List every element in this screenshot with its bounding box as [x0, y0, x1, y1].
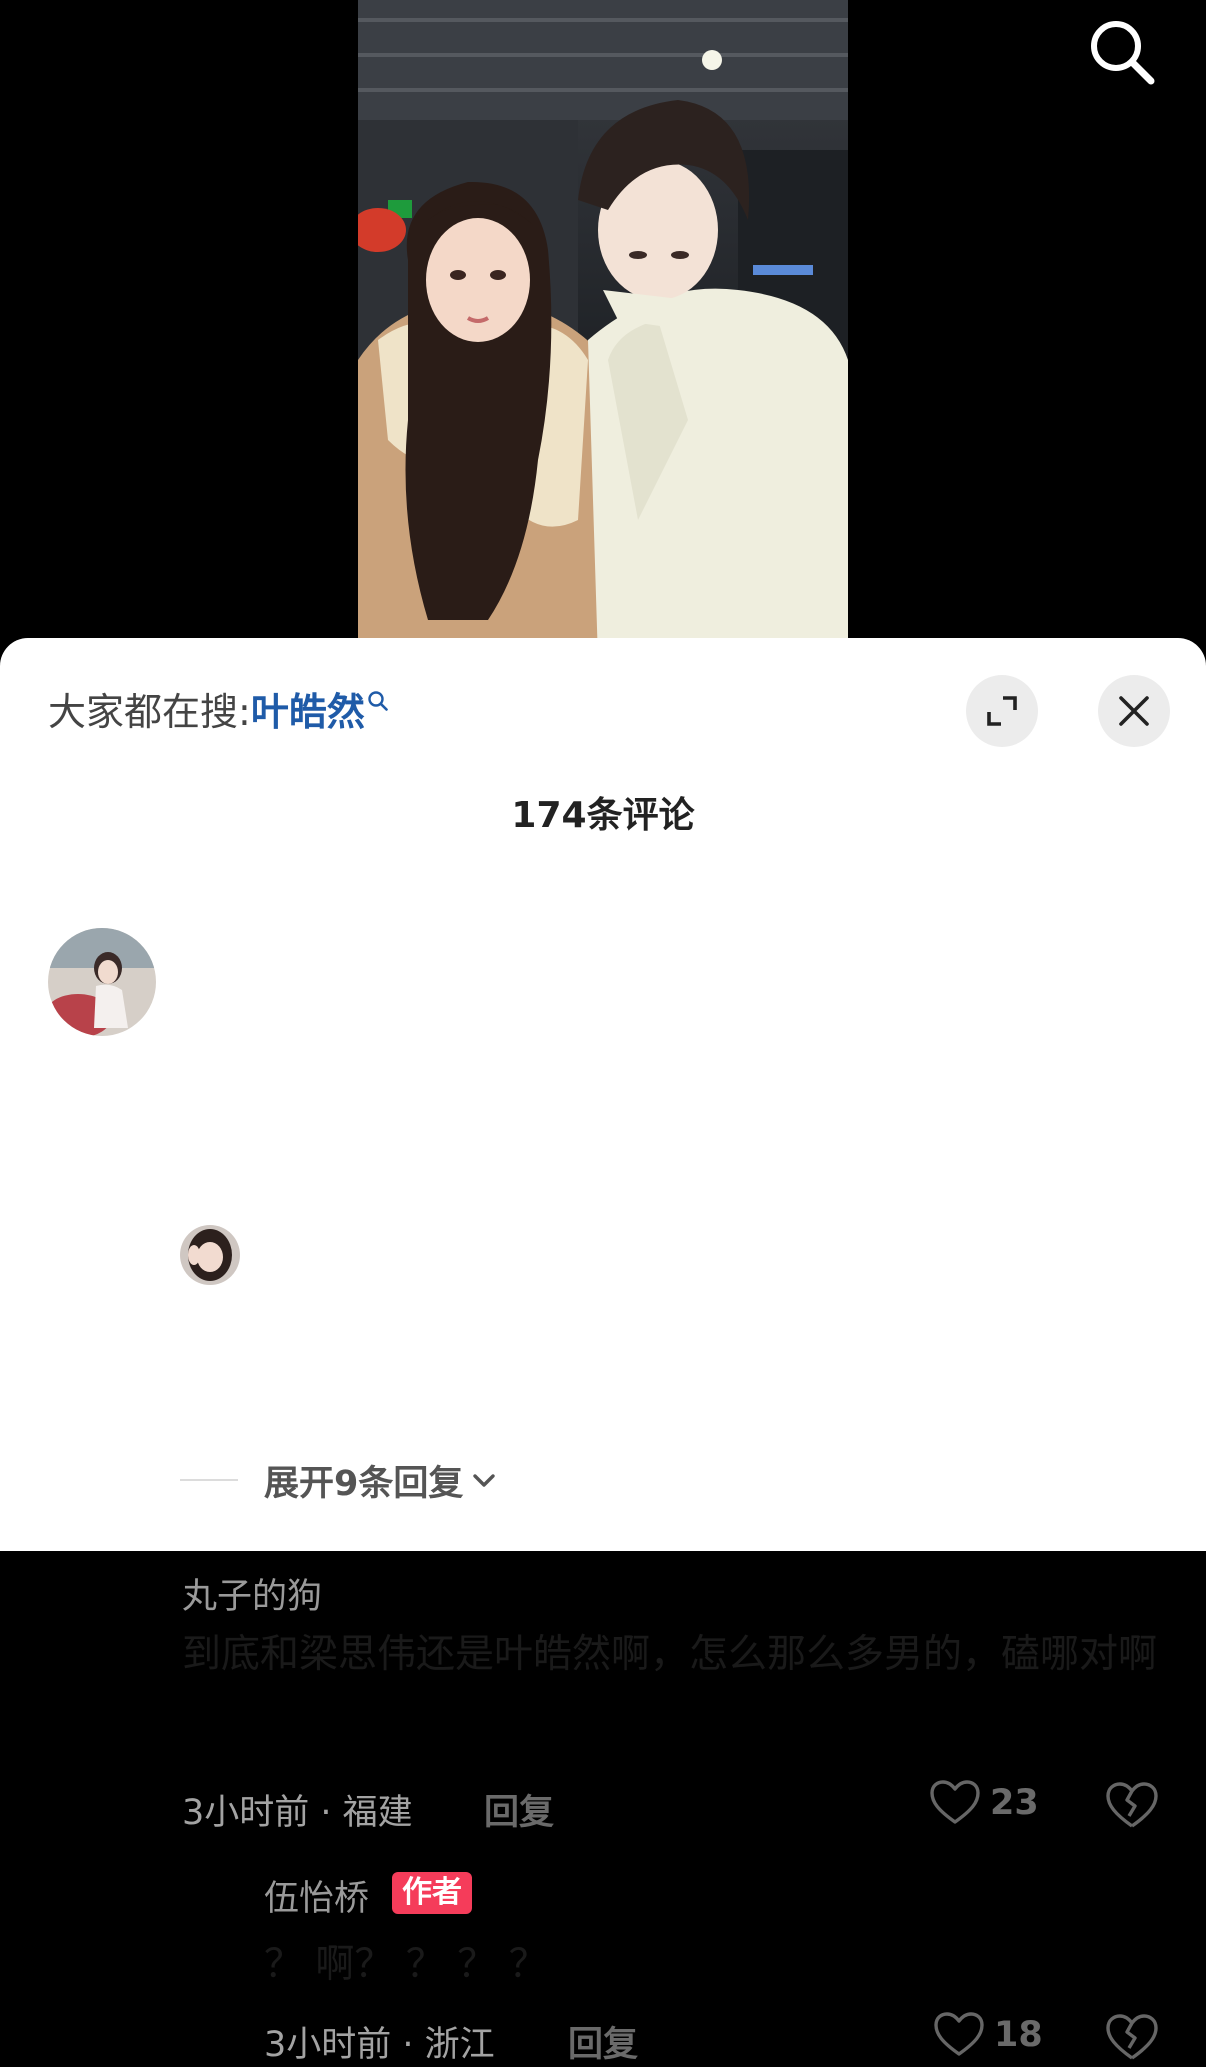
- author-badge: 作者: [392, 1872, 472, 1914]
- heart-icon: [930, 1780, 980, 1824]
- video-player[interactable]: [0, 0, 1206, 660]
- trending-term-link[interactable]: 叶皓然: [251, 690, 365, 734]
- reply-button[interactable]: 回复: [484, 1784, 554, 1835]
- expand-icon: [987, 696, 1017, 726]
- expand-replies-label: 展开9条回复: [264, 1464, 464, 1504]
- search-icon: [1091, 21, 1155, 85]
- close-icon: [1119, 696, 1149, 726]
- expand-sheet-button[interactable]: [966, 675, 1038, 747]
- avatar[interactable]: [180, 1225, 240, 1285]
- like-button[interactable]: 18: [934, 2012, 1043, 2058]
- search-icon: [368, 691, 388, 711]
- heart-icon: [934, 2012, 984, 2056]
- comment-text: 到底和梁思伟还是叶皓然啊，怎么那么多男的，磕哪对啊: [182, 1632, 1158, 1677]
- comment-sheet: 大家都在搜:叶皓然 174条评论 丸子的狗 到底和梁思伟还是叶皓然啊，怎么那么多…: [0, 638, 1206, 2065]
- avatar-image: [180, 1225, 240, 1285]
- reply-button[interactable]: 回复: [568, 2016, 638, 2067]
- chevron-down-icon: [473, 1473, 496, 1487]
- like-button[interactable]: 23: [930, 1780, 1039, 1826]
- like-count: 23: [990, 1783, 1039, 1823]
- video-frame[interactable]: [358, 0, 848, 660]
- like-count: 18: [994, 2015, 1043, 2055]
- broken-heart-icon: [1106, 1782, 1158, 1828]
- dislike-button[interactable]: [1106, 2014, 1158, 2062]
- reply-time-location: 3小时前 · 浙江: [264, 2025, 495, 2065]
- dislike-button[interactable]: [1106, 1782, 1158, 1830]
- reply-text: ？ 啊？ ？ ？ ？: [264, 1942, 548, 1987]
- comment-time-location: 3小时前 · 福建: [182, 1793, 413, 1833]
- broken-heart-icon: [1106, 2014, 1158, 2060]
- comment-username[interactable]: 丸子的狗: [182, 1568, 322, 1619]
- reply-username[interactable]: 伍怡桥: [264, 1870, 369, 1921]
- search-button[interactable]: [1084, 14, 1160, 90]
- trending-label: 大家都在搜:: [48, 690, 251, 734]
- avatar-image: [48, 928, 156, 1036]
- close-button[interactable]: [1098, 675, 1170, 747]
- video-still-image: [358, 0, 848, 660]
- trending-search-bar: 大家都在搜:叶皓然: [48, 684, 389, 740]
- comment-count-title: 174条评论: [511, 795, 695, 836]
- avatar[interactable]: [48, 928, 156, 1036]
- expand-divider: [180, 1479, 238, 1481]
- expand-replies-link[interactable]: 展开9条回复: [264, 1455, 499, 1506]
